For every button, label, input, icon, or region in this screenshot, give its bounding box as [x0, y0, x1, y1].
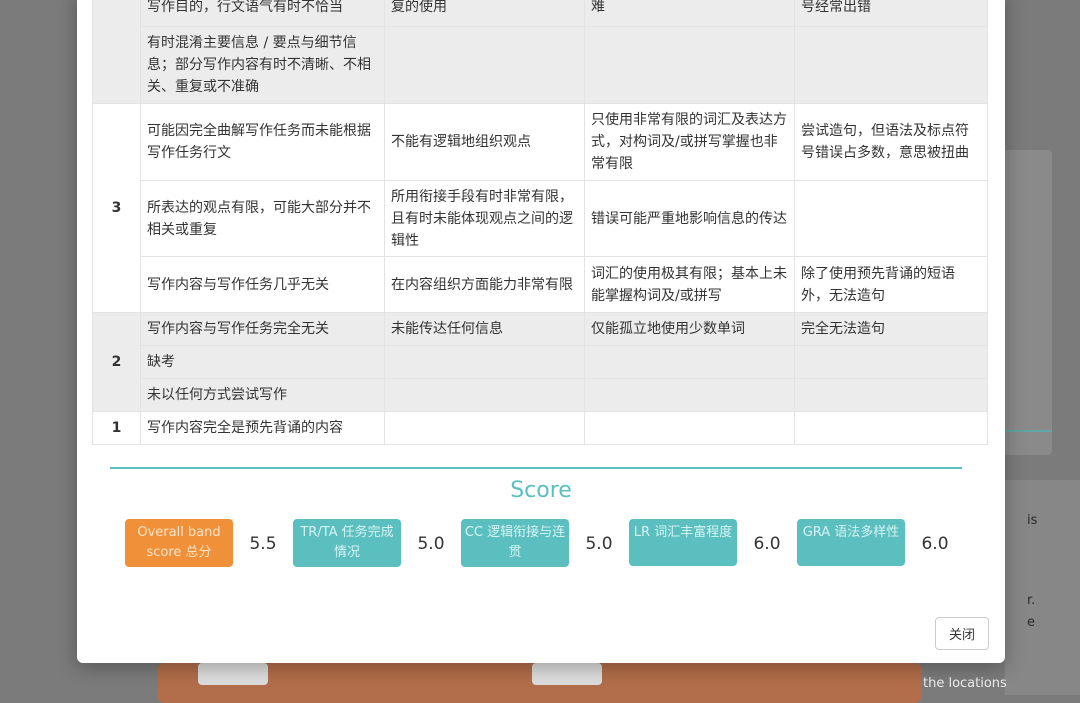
- bg-text: is: [1027, 513, 1037, 528]
- table-cell: 仅能孤立地使用少数单词: [585, 313, 795, 346]
- table-row: 有时混淆主要信息 / 要点与细节信息；部分写作内容有时不清晰、不相关、重复或不准…: [93, 27, 988, 104]
- table-cell: 写作内容与写作任务完全无关: [141, 313, 385, 346]
- table-cell: 有时混淆主要信息 / 要点与细节信息；部分写作内容有时不清晰、不相关、重复或不准…: [141, 27, 385, 104]
- table-cell: [795, 181, 988, 257]
- table-cell: 在内容组织方面能力非常有限: [385, 257, 585, 313]
- band-cell: [93, 0, 141, 104]
- table-cell: [585, 379, 795, 412]
- band-cell: 2: [93, 313, 141, 412]
- table-cell: 写作内容完全是预先背诵的内容: [141, 412, 385, 445]
- band-cell: 3: [93, 104, 141, 313]
- table-cell: [385, 379, 585, 412]
- background-text-area: is r. e the locations: [1005, 480, 1080, 695]
- score-label-badge: LR 词汇丰富程度: [629, 519, 737, 566]
- table-cell: 可能因完全曲解写作任务而未能根据写作任务行文: [141, 104, 385, 181]
- table-row: 写作内容与写作任务几乎无关在内容组织方面能力非常有限词汇的使用极其有限；基本上未…: [93, 257, 988, 313]
- bg-text: the locations: [923, 676, 1007, 691]
- table-cell: 缺考: [141, 346, 385, 379]
- table-cell: 复的使用: [385, 0, 585, 27]
- table-cell: 完全无法造句: [795, 313, 988, 346]
- table-cell: 词汇的使用极其有限；基本上未能掌握构词及/或拼写: [585, 257, 795, 313]
- table-cell: 未能传达任何信息: [385, 313, 585, 346]
- band-cell: 1: [93, 412, 141, 445]
- score-value: 5.0: [569, 519, 629, 570]
- score-label-badge: GRA 语法多样性: [797, 519, 905, 566]
- table-cell: [585, 412, 795, 445]
- table-cell: 除了使用预先背诵的短语外，无法造句: [795, 257, 988, 313]
- score-value: 5.0: [401, 519, 461, 570]
- background-divider: [1000, 430, 1052, 432]
- qr-code-icon: [198, 663, 268, 685]
- score-modal: 写作目的，行文语气有时不恰当复的使用难号经常出错有时混淆主要信息 / 要点与细节…: [77, 0, 1005, 663]
- score-value: 6.0: [905, 519, 965, 570]
- score-title: Score: [77, 478, 1005, 503]
- table-cell: [795, 27, 988, 104]
- score-value: 6.0: [737, 519, 797, 570]
- score-label-badge: CC 逻辑衔接与连贯: [461, 519, 569, 567]
- close-button[interactable]: 关闭: [935, 617, 989, 650]
- table-cell: 只使用非常有限的词汇及表达方式，对构词及/或拼写掌握也非常有限: [585, 104, 795, 181]
- score-value: 5.5: [233, 519, 293, 570]
- bg-text: e: [1027, 615, 1035, 630]
- table-cell: 所用衔接手段有时非常有限，且有时未能体现观点之间的逻辑性: [385, 181, 585, 257]
- table-cell: [385, 27, 585, 104]
- table-cell: 所表达的观点有限，可能大部分并不相关或重复: [141, 181, 385, 257]
- table-cell: [795, 379, 988, 412]
- score-divider: [110, 467, 962, 469]
- table-row: 未以任何方式尝试写作: [93, 379, 988, 412]
- table-cell: 不能有逻辑地组织观点: [385, 104, 585, 181]
- table-cell: 尝试造句，但语法及标点符号错误占多数，意思被扭曲: [795, 104, 988, 181]
- background-panel: [1000, 150, 1052, 455]
- table-cell: [795, 346, 988, 379]
- table-cell: [585, 27, 795, 104]
- score-label-badge: Overall band score 总分: [125, 519, 233, 567]
- table-cell: 号经常出错: [795, 0, 988, 27]
- table-cell: [795, 412, 988, 445]
- score-row: Overall band score 总分5.5TR/TA 任务完成情况5.0C…: [125, 519, 965, 570]
- table-cell: 写作内容与写作任务几乎无关: [141, 257, 385, 313]
- table-cell: 写作目的，行文语气有时不恰当: [141, 0, 385, 27]
- table-cell: 难: [585, 0, 795, 27]
- table-cell: 错误可能严重地影响信息的传达: [585, 181, 795, 257]
- table-row: 写作目的，行文语气有时不恰当复的使用难号经常出错: [93, 0, 988, 27]
- table-row: 所表达的观点有限，可能大部分并不相关或重复所用衔接手段有时非常有限，且有时未能体…: [93, 181, 988, 257]
- score-label-badge: TR/TA 任务完成情况: [293, 519, 401, 567]
- table-row: 缺考: [93, 346, 988, 379]
- table-row: 3可能因完全曲解写作任务而未能根据写作任务行文不能有逻辑地组织观点只使用非常有限…: [93, 104, 988, 181]
- qr-code-icon: [532, 663, 602, 685]
- table-row: 1写作内容完全是预先背诵的内容: [93, 412, 988, 445]
- bg-text: r.: [1027, 593, 1035, 608]
- band-descriptor-table: 写作目的，行文语气有时不恰当复的使用难号经常出错有时混淆主要信息 / 要点与细节…: [92, 0, 988, 445]
- table-cell: [585, 346, 795, 379]
- table-cell: [385, 346, 585, 379]
- table-cell: 未以任何方式尝试写作: [141, 379, 385, 412]
- table-cell: [385, 412, 585, 445]
- table-row: 2写作内容与写作任务完全无关未能传达任何信息仅能孤立地使用少数单词完全无法造句: [93, 313, 988, 346]
